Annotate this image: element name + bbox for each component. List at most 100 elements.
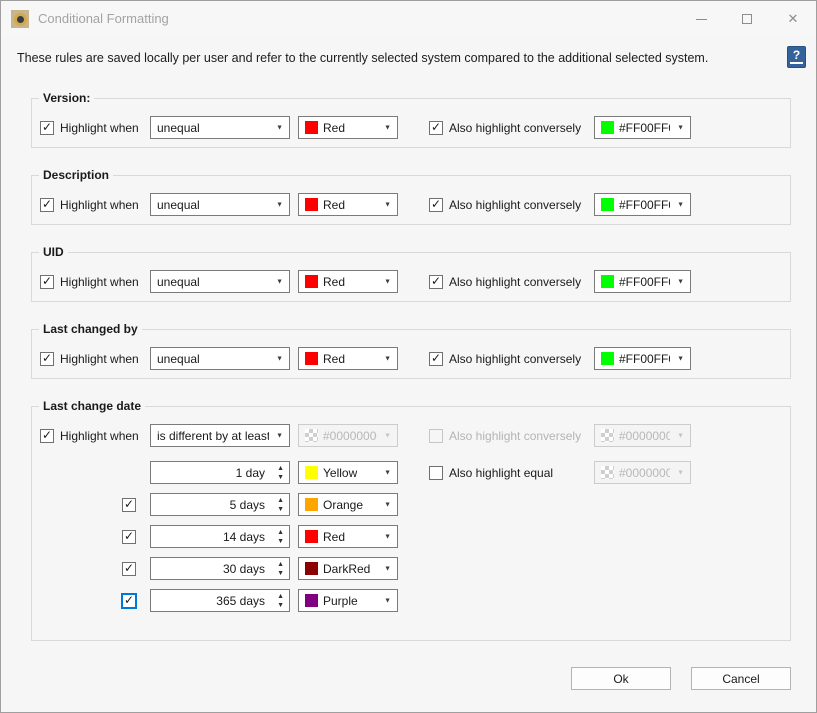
cancel-button[interactable]: Cancel — [691, 667, 791, 690]
condition-value: unequal — [157, 121, 200, 135]
spin-up-icon[interactable]: ▲ — [277, 592, 284, 601]
highlight-when-checkbox[interactable]: ✓ Highlight when — [40, 116, 139, 139]
spin-up-icon[interactable]: ▲ — [277, 560, 284, 569]
color-select[interactable]: Orange ▼ — [298, 493, 398, 516]
check-icon: ✓ — [42, 275, 52, 287]
spin-up-icon[interactable]: ▲ — [277, 464, 284, 473]
color-select[interactable]: DarkRed ▼ — [298, 557, 398, 580]
also-equal-checkbox[interactable]: Also highlight equal — [429, 461, 553, 484]
chevron-down-icon: ▼ — [384, 469, 391, 476]
threshold-checkbox[interactable]: ✓ — [122, 557, 136, 580]
help-button[interactable]: ? — [787, 46, 806, 68]
spin-down-icon[interactable]: ▼ — [277, 601, 284, 610]
highlight-when-label: Highlight when — [60, 352, 139, 366]
chevron-down-icon: ▼ — [384, 201, 391, 208]
window-title: Conditional Formatting — [38, 1, 169, 37]
spin-down-icon[interactable]: ▼ — [277, 473, 284, 482]
conversely-color-select-disabled: #00000000 ▼ — [594, 424, 691, 447]
spin-up-icon[interactable]: ▲ — [277, 528, 284, 537]
days-spinner[interactable]: 1 day ▲ ▼ — [150, 461, 290, 484]
days-value: 5 days — [230, 498, 265, 512]
conversely-color-select[interactable]: #FF00FF00 ▼ — [594, 270, 691, 293]
minimize-button[interactable] — [678, 1, 724, 37]
days-spinner[interactable]: 5 days ▲ ▼ — [150, 493, 290, 516]
spinner-arrows[interactable]: ▲ ▼ — [277, 560, 284, 578]
color-select[interactable]: Yellow ▼ — [298, 461, 398, 484]
condition-select[interactable]: unequal ▼ — [150, 270, 290, 293]
chevron-down-icon: ▼ — [384, 124, 391, 131]
group-title: Last changed by — [39, 322, 142, 336]
conversely-color-select[interactable]: #FF00FF00 ▼ — [594, 347, 691, 370]
threshold-checkbox-focused[interactable]: ✓ — [122, 589, 136, 612]
titlebar[interactable]: Conditional Formatting ✕ — [1, 1, 816, 37]
also-conversely-label: Also highlight conversely — [449, 198, 581, 212]
also-equal-label: Also highlight equal — [449, 466, 553, 480]
condition-value: unequal — [157, 275, 200, 289]
chevron-down-icon: ▼ — [677, 124, 684, 131]
spin-down-icon[interactable]: ▼ — [277, 537, 284, 546]
help-book-line — [790, 62, 803, 64]
threshold-checkbox[interactable]: ✓ — [122, 525, 136, 548]
highlight-when-label: Highlight when — [60, 198, 139, 212]
chevron-down-icon: ▼ — [677, 355, 684, 362]
chevron-down-icon: ▼ — [276, 432, 283, 439]
condition-select[interactable]: unequal ▼ — [150, 347, 290, 370]
also-conversely-checkbox[interactable]: ✓ Also highlight conversely — [429, 270, 581, 293]
check-icon: ✓ — [42, 198, 52, 210]
conversely-color-select[interactable]: #FF00FF00 ▼ — [594, 193, 691, 216]
color-select[interactable]: Purple ▼ — [298, 589, 398, 612]
also-conversely-checkbox[interactable]: ✓ Also highlight conversely — [429, 116, 581, 139]
color-select[interactable]: Red ▼ — [298, 525, 398, 548]
chevron-down-icon: ▼ — [677, 278, 684, 285]
spin-down-icon[interactable]: ▼ — [277, 505, 284, 514]
group-title: UID — [39, 245, 68, 259]
color-select[interactable]: Red ▼ — [298, 347, 398, 370]
condition-select[interactable]: unequal ▼ — [150, 116, 290, 139]
color-select-disabled: #00000000 ▼ — [298, 424, 398, 447]
spin-down-icon[interactable]: ▼ — [277, 569, 284, 578]
chevron-down-icon: ▼ — [384, 355, 391, 362]
chevron-down-icon: ▼ — [384, 278, 391, 285]
threshold-checkbox[interactable]: ✓ — [122, 493, 136, 516]
color-swatch — [305, 275, 318, 288]
close-button[interactable]: ✕ — [770, 1, 816, 37]
chevron-down-icon: ▼ — [677, 201, 684, 208]
color-select[interactable]: Red ▼ — [298, 116, 398, 139]
spinner-arrows[interactable]: ▲ ▼ — [277, 528, 284, 546]
highlight-when-label: Highlight when — [60, 429, 139, 443]
days-spinner[interactable]: 365 days ▲ ▼ — [150, 589, 290, 612]
check-icon: ✓ — [431, 198, 441, 210]
color-value: DarkRed — [323, 562, 370, 576]
also-conversely-checkbox[interactable]: ✓ Also highlight conversely — [429, 347, 581, 370]
app-icon — [11, 10, 29, 28]
close-icon: ✕ — [788, 11, 799, 27]
condition-select[interactable]: unequal ▼ — [150, 193, 290, 216]
check-icon: ✓ — [431, 121, 441, 133]
spinner-arrows[interactable]: ▲ ▼ — [277, 592, 284, 610]
equal-color-select-disabled: #00000000 ▼ — [594, 461, 691, 484]
spinner-arrows[interactable]: ▲ ▼ — [277, 464, 284, 482]
spinner-arrows[interactable]: ▲ ▼ — [277, 496, 284, 514]
days-spinner[interactable]: 30 days ▲ ▼ — [150, 557, 290, 580]
days-spinner[interactable]: 14 days ▲ ▼ — [150, 525, 290, 548]
maximize-button[interactable] — [724, 1, 770, 37]
condition-value: unequal — [157, 198, 200, 212]
spin-up-icon[interactable]: ▲ — [277, 496, 284, 505]
highlight-when-checkbox[interactable]: ✓ Highlight when — [40, 270, 139, 293]
chevron-down-icon: ▼ — [384, 597, 391, 604]
group-uid: UID ✓ Highlight when unequal ▼ Red ▼ ✓ A… — [31, 252, 791, 302]
group-version: Version: ✓ Highlight when unequal ▼ Red … — [31, 98, 791, 148]
highlight-when-checkbox[interactable]: ✓ Highlight when — [40, 347, 139, 370]
color-value: #00000000 — [323, 429, 377, 443]
highlight-when-checkbox[interactable]: ✓ Highlight when — [40, 424, 139, 447]
app-logo-icon — [14, 13, 27, 26]
color-value: Red — [323, 275, 345, 289]
ok-button[interactable]: Ok — [571, 667, 671, 690]
highlight-when-checkbox[interactable]: ✓ Highlight when — [40, 193, 139, 216]
color-select[interactable]: Red ▼ — [298, 270, 398, 293]
also-conversely-checkbox[interactable]: ✓ Also highlight conversely — [429, 193, 581, 216]
condition-select[interactable]: is different by at least ▼ — [150, 424, 290, 447]
color-select[interactable]: Red ▼ — [298, 193, 398, 216]
conversely-color-select[interactable]: #FF00FF00 ▼ — [594, 116, 691, 139]
days-value: 1 day — [236, 466, 265, 480]
